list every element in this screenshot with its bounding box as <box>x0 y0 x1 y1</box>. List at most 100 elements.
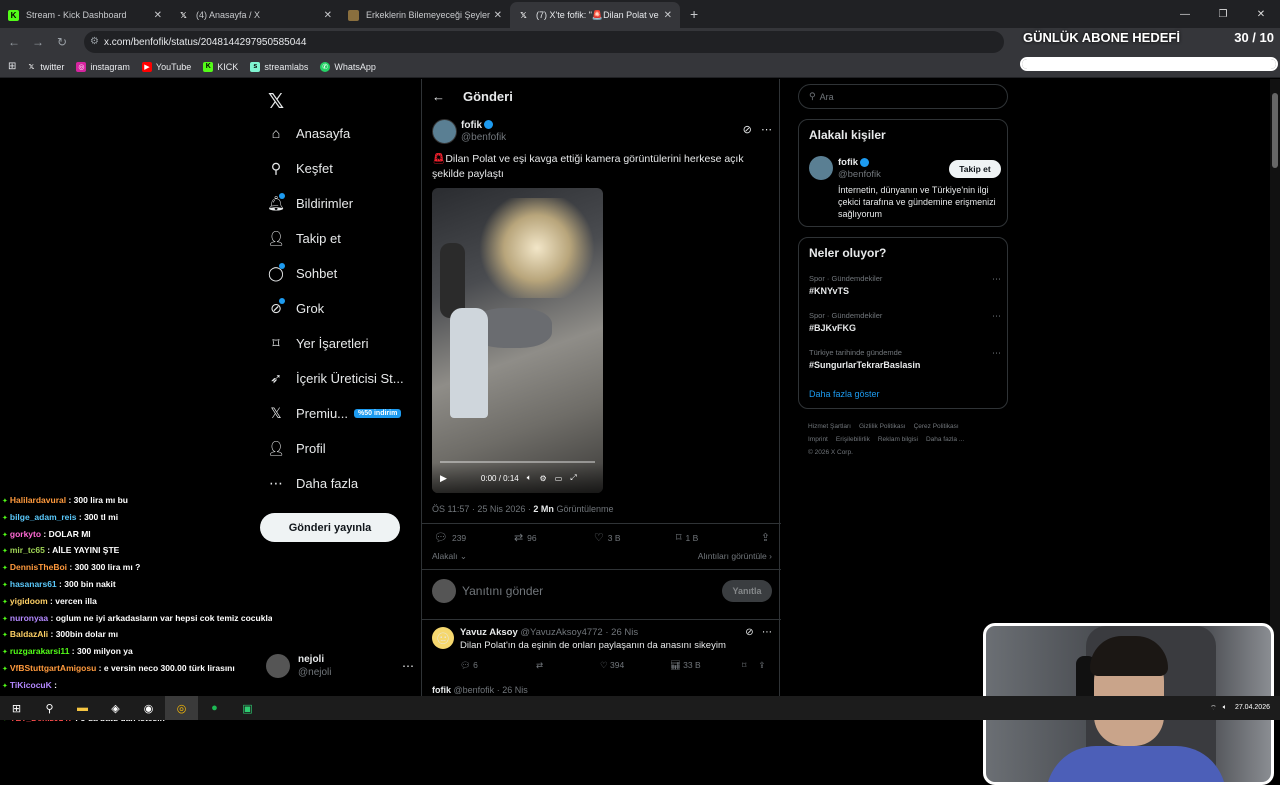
back-arrow-icon[interactable]: ← <box>432 89 445 104</box>
url-field[interactable]: ⚙ x.com/benfofik/status/2048144297950585… <box>84 31 1004 53</box>
avatar[interactable]: 🙂︎ <box>432 627 454 649</box>
chat-username[interactable]: TiKicocuK <box>10 680 52 690</box>
back-icon[interactable]: ← <box>2 35 26 49</box>
like-button[interactable]: ♡ 3 B <box>594 531 676 544</box>
wifi-icon[interactable]: ⌔ <box>1210 704 1217 713</box>
chat-username[interactable]: hasanars61 <box>10 579 57 589</box>
bookmark-kick[interactable]: K KICK <box>203 61 238 72</box>
chat-username[interactable]: Halilardavural <box>10 495 66 505</box>
close-window-icon[interactable]: ✕ <box>1242 0 1280 28</box>
chrome-icon[interactable]: ◎ <box>165 696 198 720</box>
x-logo-icon[interactable]: 𝕏 <box>268 89 284 114</box>
close-icon[interactable]: ✕ <box>324 10 332 21</box>
chat-username[interactable]: ruzgarakarsi11 <box>10 646 70 656</box>
chat-username[interactable]: VfBStuttgartAmigosu <box>10 663 96 673</box>
close-icon[interactable]: ✕ <box>664 10 672 21</box>
fullscreen-icon[interactable]: ⤢ <box>570 473 576 483</box>
bookmark-icon[interactable]: ⌑ <box>742 660 746 671</box>
sidebar-item-profile[interactable]: 👤︎ Profil <box>267 436 326 460</box>
windows-start-icon[interactable]: ⊞ <box>0 696 33 720</box>
more-icon[interactable]: ⋯ <box>992 311 1001 322</box>
list-item[interactable]: fofik @benfofik · 26 Nis <box>432 685 528 695</box>
minimize-icon[interactable]: — <box>1166 0 1204 28</box>
close-icon[interactable]: ✕ <box>494 10 502 21</box>
tab-1[interactable]: 𝕏 (4) Anasayfa / X ✕ <box>170 2 340 28</box>
more-icon[interactable]: ⋯ <box>992 274 1001 285</box>
chat-username[interactable]: BaldazAli <box>10 629 48 639</box>
new-tab-icon[interactable]: + <box>690 6 698 22</box>
grok-icon[interactable]: ⊘ <box>745 627 753 638</box>
sidebar-item-grok[interactable]: ⊘ Grok <box>268 296 324 320</box>
tab-3[interactable]: 𝕏 (7) X'te fofik: "🚨Dilan Polat ve ✕ <box>510 2 680 28</box>
bookmark-whatsapp[interactable]: ✆ WhatsApp <box>320 61 376 72</box>
repost-button[interactable]: ⇄ 96 <box>514 531 594 544</box>
footer-link[interactable]: Hizmet Şartları <box>808 423 851 430</box>
tab-0[interactable]: K Stream - Kick Dashboard ✕ <box>0 2 170 28</box>
more-icon[interactable]: ⋯ <box>992 348 1001 359</box>
settings-icon[interactable]: ⚙ <box>540 474 547 483</box>
bookmark-youtube[interactable]: ▶ YouTube <box>141 61 191 72</box>
pip-icon[interactable]: ▭ <box>555 474 563 483</box>
chat-username[interactable]: yigidoom <box>10 596 48 606</box>
bookmark-twitter[interactable]: 𝕏twitter <box>26 62 65 72</box>
trend-item[interactable]: Türkiye tarihinde gündemde #SungurlarTekr… <box>809 348 1001 370</box>
more-icon[interactable]: ⊘ ⋯ <box>745 627 772 638</box>
avatar[interactable] <box>809 156 833 180</box>
reply-submit-button[interactable]: Yanıtla <box>722 580 772 602</box>
footer-link[interactable]: Çerez Politikası <box>914 423 959 430</box>
more-icon[interactable]: ⋯ <box>761 124 772 136</box>
close-icon[interactable]: ✕ <box>154 10 162 21</box>
clock-date[interactable]: 27.04.2026 <box>1235 704 1270 712</box>
search-input[interactable]: ⚲ Ara <box>798 84 1008 109</box>
sidebar-item-creator-studio[interactable]: ➶ İçerik Üreticisi St... <box>268 366 404 390</box>
share-button[interactable]: ⇪ <box>761 531 774 544</box>
sidebar-item-more[interactable]: ⋯ Daha fazla <box>268 471 358 495</box>
volume-icon[interactable]: 🔈︎ <box>1223 704 1227 712</box>
view-quotes-link[interactable]: Alıntıları görüntüle › <box>698 551 772 561</box>
share-icon[interactable]: ⇪ <box>758 660 765 671</box>
sidebar-item-follow[interactable]: 👤︎ Takip et <box>267 226 341 250</box>
reply-button[interactable]: 💬︎ 6 <box>460 660 536 671</box>
video-player[interactable]: ▶ 0:00 / 0:14 🔈︎ ⚙ ▭ ⤢ <box>432 188 603 493</box>
search-icon[interactable]: ⚲ <box>33 696 66 720</box>
follow-button[interactable]: Takip et <box>949 160 1001 178</box>
app-icon[interactable]: ◉ <box>132 696 165 720</box>
scrollbar-thumb[interactable] <box>1272 93 1278 168</box>
chat-username[interactable]: bilge_adam_reis <box>10 512 77 522</box>
sidebar-item-home[interactable]: ⌂ Anasayfa <box>268 121 350 145</box>
bookmark-instagram[interactable]: ◎ instagram <box>76 61 130 72</box>
site-info-icon[interactable]: ⚙ <box>90 36 99 47</box>
grok-icon[interactable]: ⊘ <box>743 124 752 136</box>
footer-link[interactable]: Erişilebilirlik <box>836 436 870 443</box>
sidebar-item-bookmarks[interactable]: ⌑ Yer İşaretleri <box>268 331 368 355</box>
reply-button[interactable]: 💬︎ 239 <box>434 531 514 544</box>
trend-item[interactable]: Spor · Gündemdekiler #BJKvFKG ⋯ <box>809 311 1001 333</box>
footer-link[interactable]: Imprint <box>808 436 828 443</box>
author-name[interactable]: fofik <box>461 120 482 131</box>
show-more-link[interactable]: Daha fazla göster <box>809 389 880 399</box>
chat-username[interactable]: mir_tc65 <box>10 545 45 555</box>
chat-username[interactable]: DennisTheBoi <box>10 562 67 572</box>
file-explorer-icon[interactable]: ▬ <box>66 696 99 720</box>
play-icon[interactable]: ▶ <box>440 473 447 484</box>
avatar[interactable] <box>432 119 457 144</box>
footer-link[interactable]: Reklam bilgisi <box>878 436 918 443</box>
person-name[interactable]: fofik <box>838 157 858 168</box>
like-button[interactable]: ♡ 394 <box>600 660 670 671</box>
spotify-icon[interactable]: ● <box>198 696 231 720</box>
chat-username[interactable]: gorkyto <box>10 529 41 539</box>
trend-item[interactable]: Spor · Gündemdekiler #KNYvTS ⋯ <box>809 274 1001 296</box>
forward-icon[interactable]: → <box>26 35 50 49</box>
more-icon[interactable]: ⋯ <box>402 659 414 673</box>
app-icon[interactable]: ◈ <box>99 696 132 720</box>
app-icon[interactable]: ▣ <box>231 696 264 720</box>
tab-2[interactable]: Erkeklerin Bilemeyeceği Şeyler ✕ <box>340 2 510 28</box>
bookmark-button[interactable]: ⌑ 1 B <box>676 531 761 544</box>
repost-button[interactable]: ⇄ <box>536 660 600 671</box>
sort-dropdown[interactable]: Alakalı ⌄ <box>432 551 467 561</box>
comment-author-name[interactable]: Yavuz Aksoy <box>460 627 518 638</box>
sidebar-item-chat[interactable]: ◯ Sohbet <box>268 261 337 285</box>
chat-username[interactable]: nuronyaa <box>10 613 48 623</box>
account-switcher[interactable]: nejoli @nejoli ⋯ <box>266 653 414 679</box>
comment-author-name[interactable]: fofik <box>432 685 451 695</box>
